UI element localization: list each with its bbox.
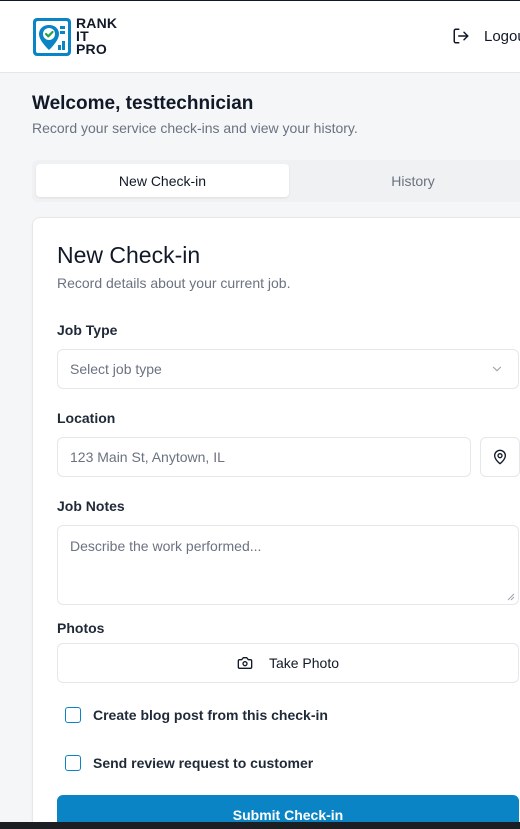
blog-post-label: Create blog post from this check-in [93, 707, 328, 723]
logo-icon [33, 18, 71, 56]
map-pin-icon [494, 449, 506, 465]
job-type-label: Job Type [57, 322, 118, 338]
blog-post-option[interactable]: Create blog post from this check-in [65, 707, 328, 723]
photos-label: Photos [57, 620, 105, 636]
job-type-placeholder: Select job type [70, 361, 162, 377]
blog-post-checkbox[interactable] [65, 707, 81, 723]
review-request-option[interactable]: Send review request to customer [65, 755, 313, 771]
take-photo-button[interactable]: Take Photo [57, 643, 519, 683]
taskbar-strip [0, 822, 520, 829]
form-description: Record details about your current job. [57, 275, 291, 291]
review-request-label: Send review request to customer [93, 755, 314, 771]
take-photo-label: Take Photo [268, 655, 340, 671]
logout-button[interactable]: Logout [452, 27, 520, 45]
location-placeholder: 123 Main St, Anytown, IL [70, 449, 225, 465]
resize-handle-icon[interactable] [507, 593, 515, 601]
check-in-form-card: New Check-in Record details about your c… [32, 217, 520, 829]
logo-wordmark: RANK IT PRO [76, 16, 117, 57]
welcome-subtitle: Record your service check-ins and view y… [32, 120, 358, 136]
get-location-button[interactable] [480, 437, 520, 477]
review-request-checkbox[interactable] [65, 755, 81, 771]
camera-icon [237, 657, 253, 669]
job-notes-label: Job Notes [57, 498, 125, 514]
tab-list: New Check-in History [32, 160, 520, 202]
chevron-down-icon [492, 366, 502, 372]
logout-icon [453, 28, 469, 44]
form-title: New Check-in [57, 242, 201, 268]
logout-label: Logout [484, 27, 520, 45]
job-notes-placeholder: Describe the work performed... [70, 538, 262, 554]
welcome-title: Welcome, testtechnician [32, 93, 254, 114]
tab-history[interactable]: History [292, 164, 520, 197]
job-type-select[interactable]: Select job type [57, 349, 519, 389]
logo-line: PRO [76, 41, 107, 57]
tab-new-check-in[interactable]: New Check-in [36, 164, 289, 197]
location-input[interactable]: 123 Main St, Anytown, IL [57, 437, 471, 477]
app-header: RANK IT PRO Logout [0, 1, 520, 73]
location-label: Location [57, 410, 116, 426]
job-notes-textarea[interactable]: Describe the work performed... [57, 525, 519, 605]
